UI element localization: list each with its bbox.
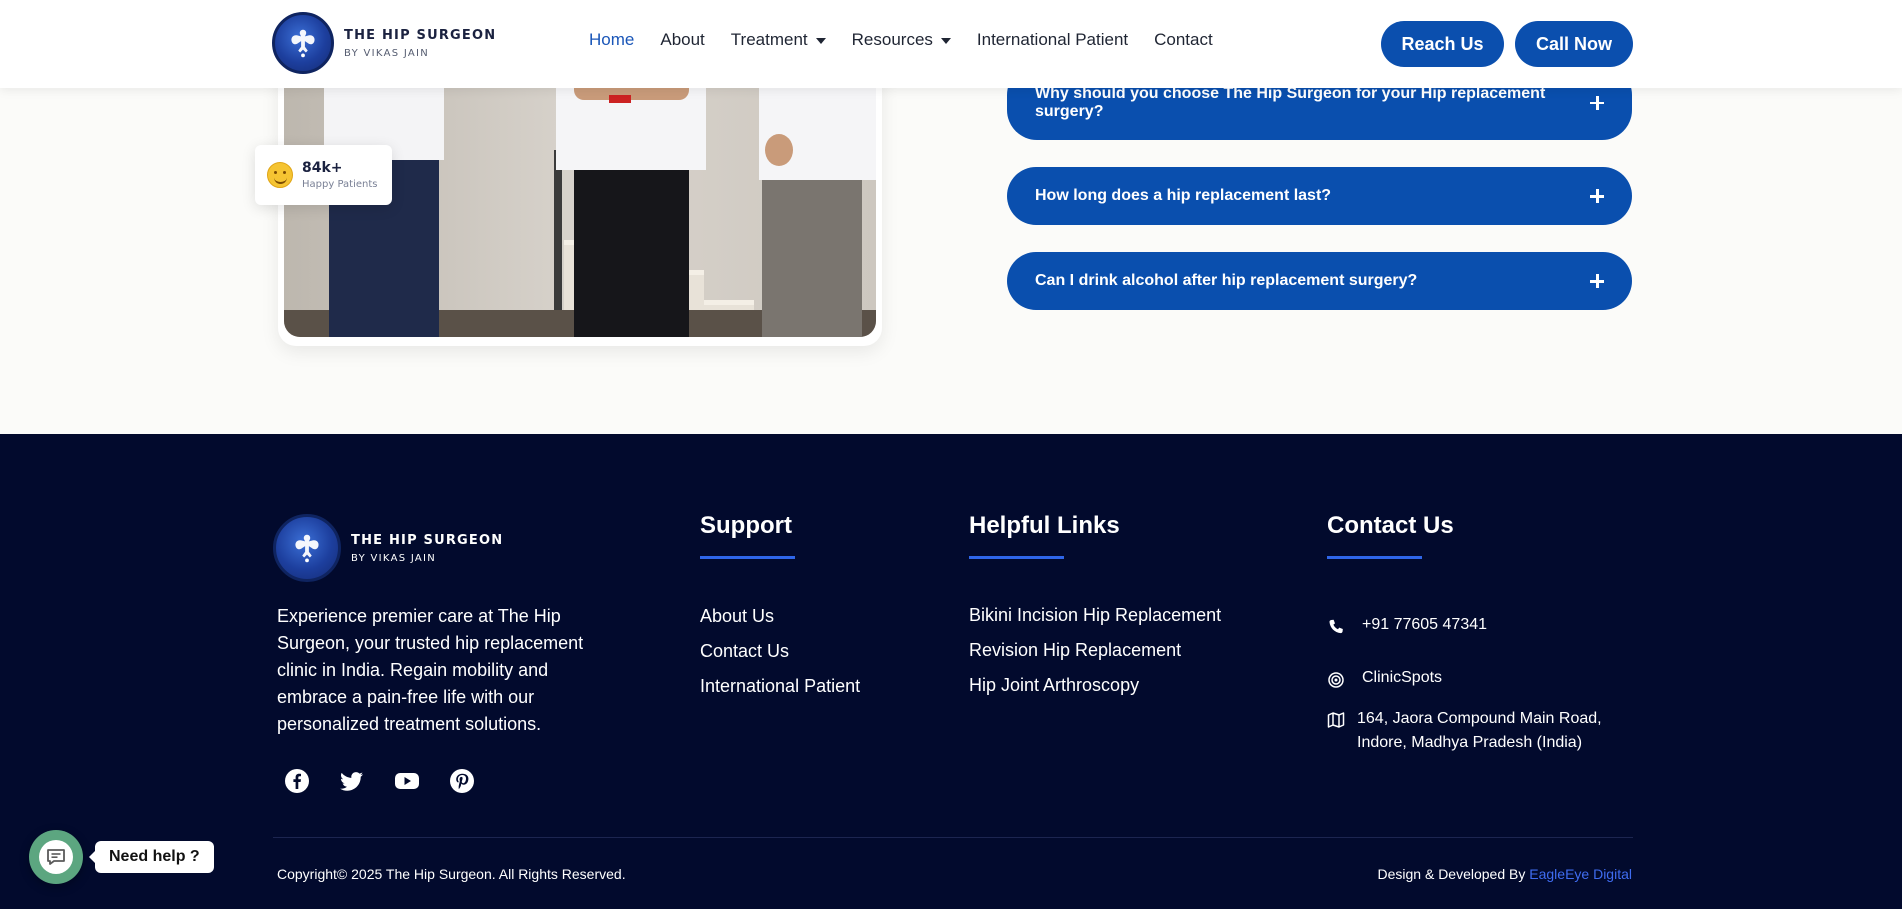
hip-logo-icon (273, 514, 341, 582)
chevron-down-icon (940, 38, 951, 44)
brand-subtitle: BY VIKAS JAIN (344, 47, 430, 59)
footer-link-hip-arthroscopy[interactable]: Hip Joint Arthroscopy (969, 675, 1221, 710)
site-header: THE HIP SURGEON BY VIKAS JAIN Home About… (0, 0, 1902, 88)
heading-underline (700, 556, 795, 559)
helpful-links-heading: Helpful Links (969, 512, 1120, 559)
contact-address: 164, Jaora Compound Main Road, Indore, M… (1327, 707, 1602, 755)
nav-international-patient-label: International Patient (976, 30, 1129, 49)
nav-treatment-label: Treatment (730, 30, 808, 49)
contact-clinic-text: ClinicSpots (1362, 669, 1443, 686)
credit-link[interactable]: EagleEye Digital (1529, 866, 1632, 882)
contact-address-line1: 164, Jaora Compound Main Road, (1357, 710, 1602, 727)
chat-tooltip[interactable]: Need help ? (89, 841, 214, 873)
footer-link-international-patient[interactable]: International Patient (700, 676, 860, 711)
nav-about[interactable]: About (660, 30, 704, 50)
plus-icon (1590, 189, 1604, 203)
contact-title: Contact Us (1327, 512, 1454, 539)
footer-link-bikini-incision[interactable]: Bikini Incision Hip Replacement (969, 605, 1221, 640)
faq-question: Can I drink alcohol after hip replacemen… (1035, 272, 1418, 289)
nav-resources-label: Resources (851, 30, 933, 49)
clinic-target-icon (1327, 671, 1345, 689)
nav-contact-label: Contact (1154, 30, 1213, 49)
call-now-button[interactable]: Call Now (1515, 21, 1633, 67)
chat-launcher-button[interactable] (29, 830, 83, 884)
heading-underline (969, 556, 1064, 559)
footer-link-contact-us[interactable]: Contact Us (700, 641, 860, 676)
smiley-icon (267, 162, 293, 188)
contact-address-line2: Indore, Madhya Pradesh (India) (1357, 734, 1583, 751)
credit-text: Design & Developed By EagleEye Digital (1378, 866, 1633, 882)
facebook-icon[interactable] (284, 768, 310, 794)
twitter-icon[interactable] (339, 768, 365, 794)
contact-phone[interactable]: +91 77605 47341 (1327, 616, 1487, 636)
contact-phone-text: +91 77605 47341 (1362, 616, 1488, 633)
credit-prefix: Design & Developed By (1377, 866, 1530, 882)
contact-clinic[interactable]: ClinicSpots (1327, 669, 1442, 689)
footer-brand-title: THE HIP SURGEON (351, 532, 504, 548)
chevron-down-icon (815, 38, 826, 44)
happy-patients-count: 84k+ (302, 160, 343, 176)
support-heading: Support (700, 512, 795, 559)
support-title: Support (700, 512, 792, 539)
footer-brand[interactable]: THE HIP SURGEON BY VIKAS JAIN (273, 514, 503, 582)
footer-description: Experience premier care at The Hip Surge… (277, 606, 584, 734)
reach-us-button[interactable]: Reach Us (1381, 21, 1504, 67)
helpful-links: Bikini Incision Hip Replacement Revision… (969, 605, 1221, 710)
nav-about-label: About (660, 30, 705, 49)
support-links: About Us Contact Us International Patien… (700, 606, 860, 711)
heading-underline (1327, 556, 1422, 559)
faq-question: Why should you choose The Hip Surgeon fo… (1035, 84, 1546, 120)
brand-title: THE HIP SURGEON (344, 27, 497, 43)
chat-bubble-icon (39, 840, 73, 874)
social-links (284, 768, 475, 794)
phone-icon (1327, 618, 1345, 636)
plus-icon (1590, 274, 1604, 288)
plus-icon (1590, 95, 1604, 110)
faq-item[interactable]: Can I drink alcohol after hip replacemen… (1007, 252, 1632, 310)
nav-international-patient[interactable]: International Patient (977, 30, 1128, 50)
nav-treatment[interactable]: Treatment (731, 30, 826, 50)
hip-logo-icon (272, 12, 334, 74)
main-nav: Home About Treatment Resources Internati… (589, 30, 1239, 50)
nav-home-label: Home (589, 30, 635, 49)
pinterest-icon[interactable] (449, 768, 475, 794)
footer-link-about-us[interactable]: About Us (700, 606, 860, 641)
map-icon (1327, 711, 1345, 729)
brand-logo-link[interactable]: THE HIP SURGEON BY VIKAS JAIN (272, 12, 496, 74)
nav-contact[interactable]: Contact (1154, 30, 1213, 50)
nav-resources[interactable]: Resources (852, 30, 951, 50)
footer-divider (273, 837, 1633, 838)
youtube-icon[interactable] (394, 768, 420, 794)
footer-brand-subtitle: BY VIKAS JAIN (351, 552, 437, 564)
footer-link-revision-hip[interactable]: Revision Hip Replacement (969, 640, 1221, 675)
nav-home[interactable]: Home (589, 30, 634, 50)
faq-item[interactable]: How long does a hip replacement last? (1007, 167, 1632, 225)
copyright-text: Copyright© 2025 The Hip Surgeon. All Rig… (277, 866, 626, 882)
helpful-links-title: Helpful Links (969, 512, 1120, 539)
site-footer: THE HIP SURGEON BY VIKAS JAIN Experience… (0, 434, 1902, 909)
happy-patients-badge: 84k+ Happy Patients (255, 145, 392, 205)
happy-patients-label: Happy Patients (302, 179, 378, 190)
contact-heading: Contact Us (1327, 512, 1454, 559)
faq-question: How long does a hip replacement last? (1035, 187, 1332, 204)
